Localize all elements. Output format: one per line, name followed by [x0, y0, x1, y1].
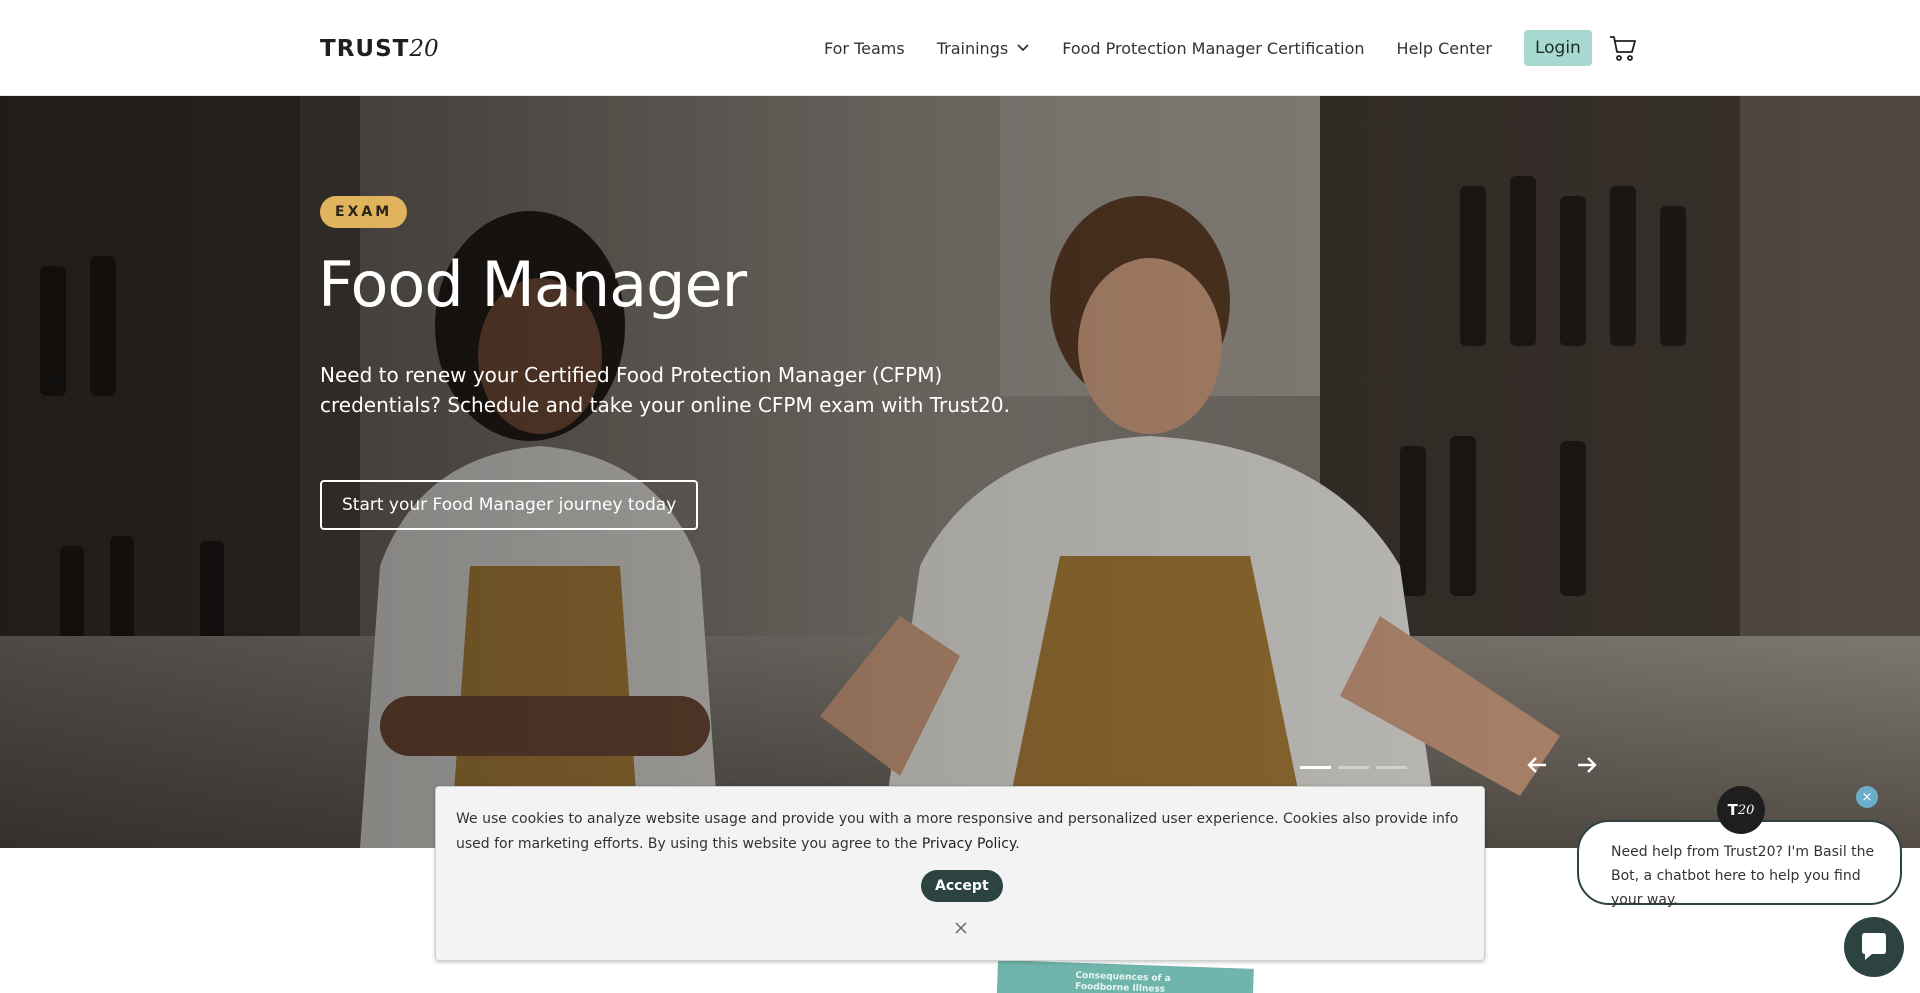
carousel-dot-3[interactable]	[1376, 766, 1407, 769]
hero-title: Food Manager	[318, 248, 747, 321]
chevron-down-icon	[1017, 44, 1029, 52]
arrow-right-icon[interactable]	[1572, 750, 1602, 780]
nav-help-center[interactable]: Help Center	[1397, 39, 1492, 58]
hero-description: Need to renew your Certified Food Protec…	[320, 363, 1010, 417]
cart-icon[interactable]	[1608, 33, 1638, 63]
accept-cookies-button[interactable]: Accept	[921, 870, 1003, 902]
chatbot-greeting-text: Need help from Trust20? I'm Basil the Bo…	[1611, 844, 1875, 908]
nav-trainings[interactable]: Trainings	[937, 39, 1030, 58]
hero-overlay	[0, 96, 1920, 848]
carousel-dot-1[interactable]	[1300, 766, 1331, 769]
exam-badge: EXAM	[320, 196, 408, 228]
section-preview-image: Consequences of a Foodborne Illness Outb…	[996, 960, 1254, 993]
preview-image-caption: Consequences of a Foodborne Illness Outb…	[1074, 970, 1171, 993]
chatbot-avatar-letter: T	[1727, 801, 1738, 819]
nav-for-teams[interactable]: For Teams	[824, 39, 905, 58]
chat-bubble-icon	[1862, 933, 1886, 960]
chat-launcher-button[interactable]	[1844, 917, 1904, 977]
logo-text: TRUST	[320, 36, 410, 62]
arrow-left-icon[interactable]	[1522, 750, 1552, 780]
login-button[interactable]: Login	[1523, 30, 1592, 66]
chatbot-dismiss-button[interactable]: ×	[1856, 786, 1878, 808]
cookie-message: We use cookies to analyze website usage …	[456, 807, 1466, 857]
chatbot-avatar: T 20	[1717, 786, 1765, 834]
chatbot-avatar-number: 20	[1737, 802, 1755, 818]
logo-number: 20	[409, 36, 439, 62]
carousel-indicators	[1300, 766, 1407, 769]
start-journey-button[interactable]: Start your Food Manager journey today	[320, 480, 699, 530]
carousel-dot-2[interactable]	[1338, 766, 1369, 769]
nav-trainings-label: Trainings	[936, 38, 1009, 58]
hero-banner: EXAM Food Manager Need to renew your Cer…	[0, 96, 1920, 848]
trust20-logo[interactable]: TRUST20	[320, 36, 439, 62]
cookie-text-end: .	[1015, 836, 1020, 852]
nav-food-protection-manager-certification[interactable]: Food Protection Manager Certification	[1062, 39, 1364, 58]
cookie-banner: We use cookies to analyze website usage …	[435, 786, 1485, 961]
main-nav: For Teams Trainings Food Protection Mana…	[824, 0, 1638, 96]
close-icon[interactable]	[953, 920, 969, 936]
privacy-policy-link[interactable]: Privacy Policy	[922, 836, 1015, 852]
site-header: TRUST20 For Teams Trainings Food Protect…	[0, 0, 1920, 96]
